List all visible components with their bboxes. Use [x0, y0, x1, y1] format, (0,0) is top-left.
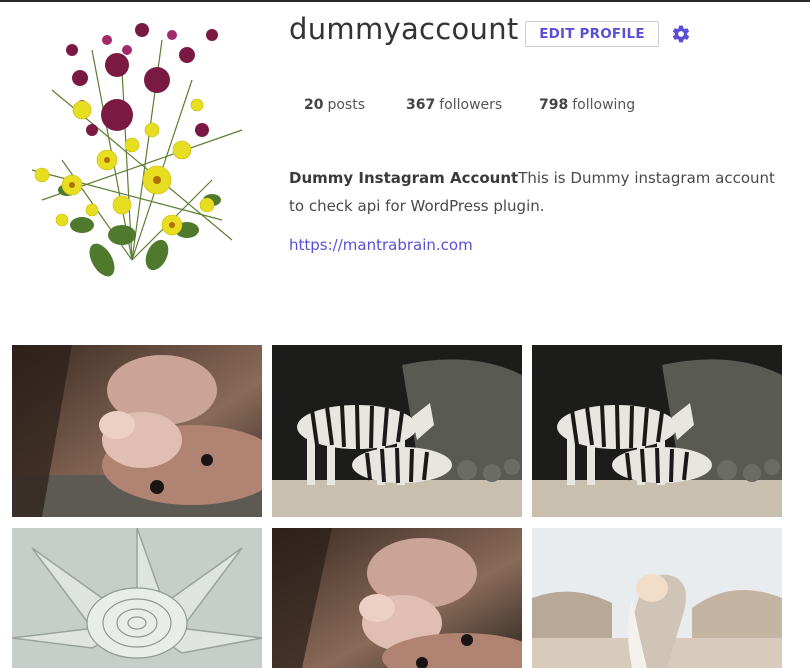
posts-stat: 20 posts [304, 97, 365, 113]
following-stat[interactable]: 798 following [539, 97, 635, 113]
followers-stat[interactable]: 367 followers [406, 97, 502, 113]
edit-profile-button[interactable]: EDIT PROFILE [525, 21, 659, 47]
followers-label: followers [439, 97, 503, 113]
followers-count: 367 [406, 97, 436, 113]
gear-icon[interactable] [671, 24, 691, 44]
posts-count: 20 [304, 97, 324, 113]
post-thumbnail[interactable] [272, 345, 522, 517]
post-thumbnail[interactable] [12, 345, 262, 517]
following-label: following [572, 97, 636, 113]
profile-bio: Dummy Instagram AccountThis is Dummy ins… [289, 164, 779, 220]
post-thumbnail[interactable] [532, 345, 782, 517]
posts-label: posts [327, 97, 366, 113]
profile-avatar[interactable] [22, 10, 248, 280]
top-border [0, 0, 810, 2]
following-count: 798 [539, 97, 569, 113]
post-thumbnail[interactable] [12, 528, 262, 668]
post-thumbnail[interactable] [532, 528, 782, 668]
website-link[interactable]: https://mantrabrain.com [289, 236, 473, 254]
username: dummyaccount [289, 12, 519, 46]
bio-name: Dummy Instagram Account [289, 169, 519, 187]
post-thumbnail[interactable] [272, 528, 522, 668]
